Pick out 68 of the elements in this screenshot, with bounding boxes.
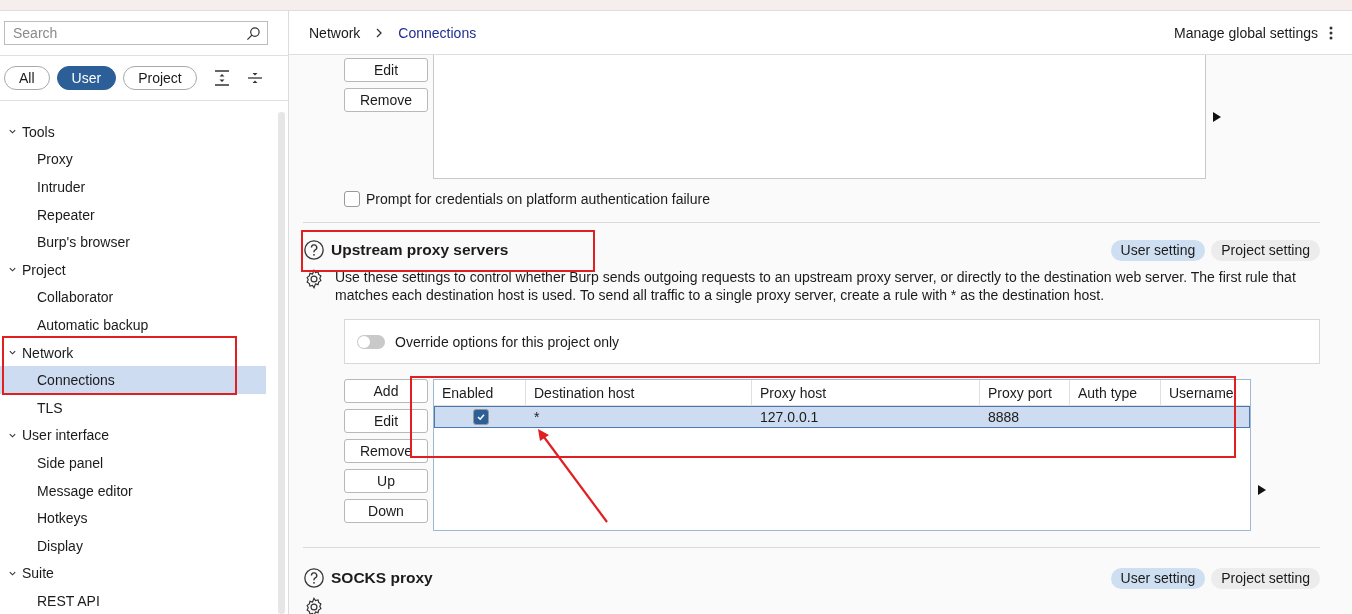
tree-item[interactable]: Repeater [0, 200, 266, 229]
enabled-checkbox[interactable] [472, 409, 489, 425]
more-icon[interactable] [1328, 24, 1334, 41]
filter-pill[interactable]: Project [123, 66, 197, 90]
manage-global-settings-button[interactable]: Manage global settings [1174, 24, 1318, 41]
search-input[interactable]: Search [11, 24, 246, 42]
tree-item[interactable]: Connections [0, 366, 266, 394]
tree-item[interactable]: Intruder [0, 173, 266, 201]
tree-item[interactable]: Burp's browser [0, 228, 266, 256]
filter-pill[interactable]: All [4, 66, 50, 90]
tree-group-item[interactable]: User interface [0, 421, 266, 450]
filter-pill[interactable]: User [56, 66, 117, 90]
setting-scope-tab[interactable]: Project setting [1211, 567, 1320, 589]
search-field[interactable]: Search [4, 21, 268, 45]
tree-item[interactable]: Hotkeys [0, 504, 266, 532]
setting-scope-tab[interactable]: User setting [1110, 239, 1206, 261]
tree-item[interactable]: Collaborator [0, 283, 266, 312]
section-title: SOCKS proxy [331, 569, 433, 587]
expand-arrow-icon[interactable] [1258, 485, 1266, 495]
help-icon[interactable] [303, 239, 325, 261]
tree-item[interactable]: Message editor [0, 476, 266, 505]
tree-item[interactable]: Automatic backup [0, 311, 266, 339]
chevron-icon[interactable] [8, 348, 17, 358]
action-button[interactable]: Add [344, 379, 428, 403]
table-row[interactable]: * 127.0.0.1 8888 [434, 406, 1250, 428]
action-button[interactable]: Up [344, 469, 428, 493]
setting-scope-tab[interactable]: Project setting [1211, 239, 1320, 261]
expand-all-icon[interactable] [213, 69, 230, 87]
column-header[interactable]: Enabled [434, 380, 525, 405]
settings-icon[interactable] [303, 596, 325, 614]
action-button[interactable]: Remove [344, 88, 428, 112]
action-button[interactable]: Down [344, 499, 428, 523]
chevron-icon[interactable] [8, 127, 17, 137]
section-description: Use these settings to control whether Burp sends outgoing requests to an upstream proxy server, or directly to the destination web server. The first rule that matches each destination host is used. To send all traffic to a single proxy server, create a rule with * as the destination host. [335, 268, 1297, 304]
tree-group-item[interactable]: Project [0, 255, 266, 284]
column-header[interactable]: Username [1160, 380, 1250, 405]
tree-item[interactable]: Proxy [0, 145, 266, 174]
tree-item[interactable]: Side panel [0, 449, 266, 477]
column-header[interactable]: Auth type [1069, 380, 1160, 405]
tree-group-item[interactable]: Suite [0, 559, 266, 588]
table-cell-text: * [533, 408, 541, 427]
tree-item[interactable]: REST API [0, 587, 266, 614]
toggle-label: Override options for this project only [395, 333, 620, 350]
column-header[interactable]: Proxy host [751, 380, 979, 405]
chevron-icon[interactable] [8, 265, 17, 275]
breadcrumb-item[interactable]: Connections [398, 24, 477, 41]
tree-item[interactable]: TLS [0, 393, 266, 422]
tree-group-item[interactable]: Tools [0, 118, 266, 146]
checkmark-icon [475, 412, 486, 422]
section-title: Upstream proxy servers [331, 241, 509, 259]
checkbox[interactable] [344, 191, 360, 207]
column-header[interactable]: Proxy port [979, 380, 1069, 405]
action-button[interactable]: Edit [344, 58, 428, 82]
help-icon[interactable] [303, 567, 325, 589]
search-icon[interactable] [246, 25, 261, 41]
tree-group-item[interactable]: Network [0, 338, 266, 367]
table-cell-text: 8888 [987, 408, 1021, 427]
table-cell-text: 127.0.0.1 [759, 408, 820, 427]
breadcrumb-item[interactable]: Network [309, 24, 361, 41]
tree-item[interactable]: Display [0, 531, 266, 560]
scrollbar[interactable] [278, 112, 285, 614]
column-header[interactable]: Destination host [525, 380, 751, 405]
toggle-switch[interactable] [357, 334, 385, 349]
setting-scope-tab[interactable]: User setting [1110, 567, 1206, 589]
checkbox-label: Prompt for credentials on platform authentication failure [366, 191, 710, 207]
action-button[interactable]: Edit [344, 409, 428, 433]
action-button[interactable]: Remove [344, 439, 428, 463]
expand-arrow-icon[interactable] [1213, 112, 1221, 122]
